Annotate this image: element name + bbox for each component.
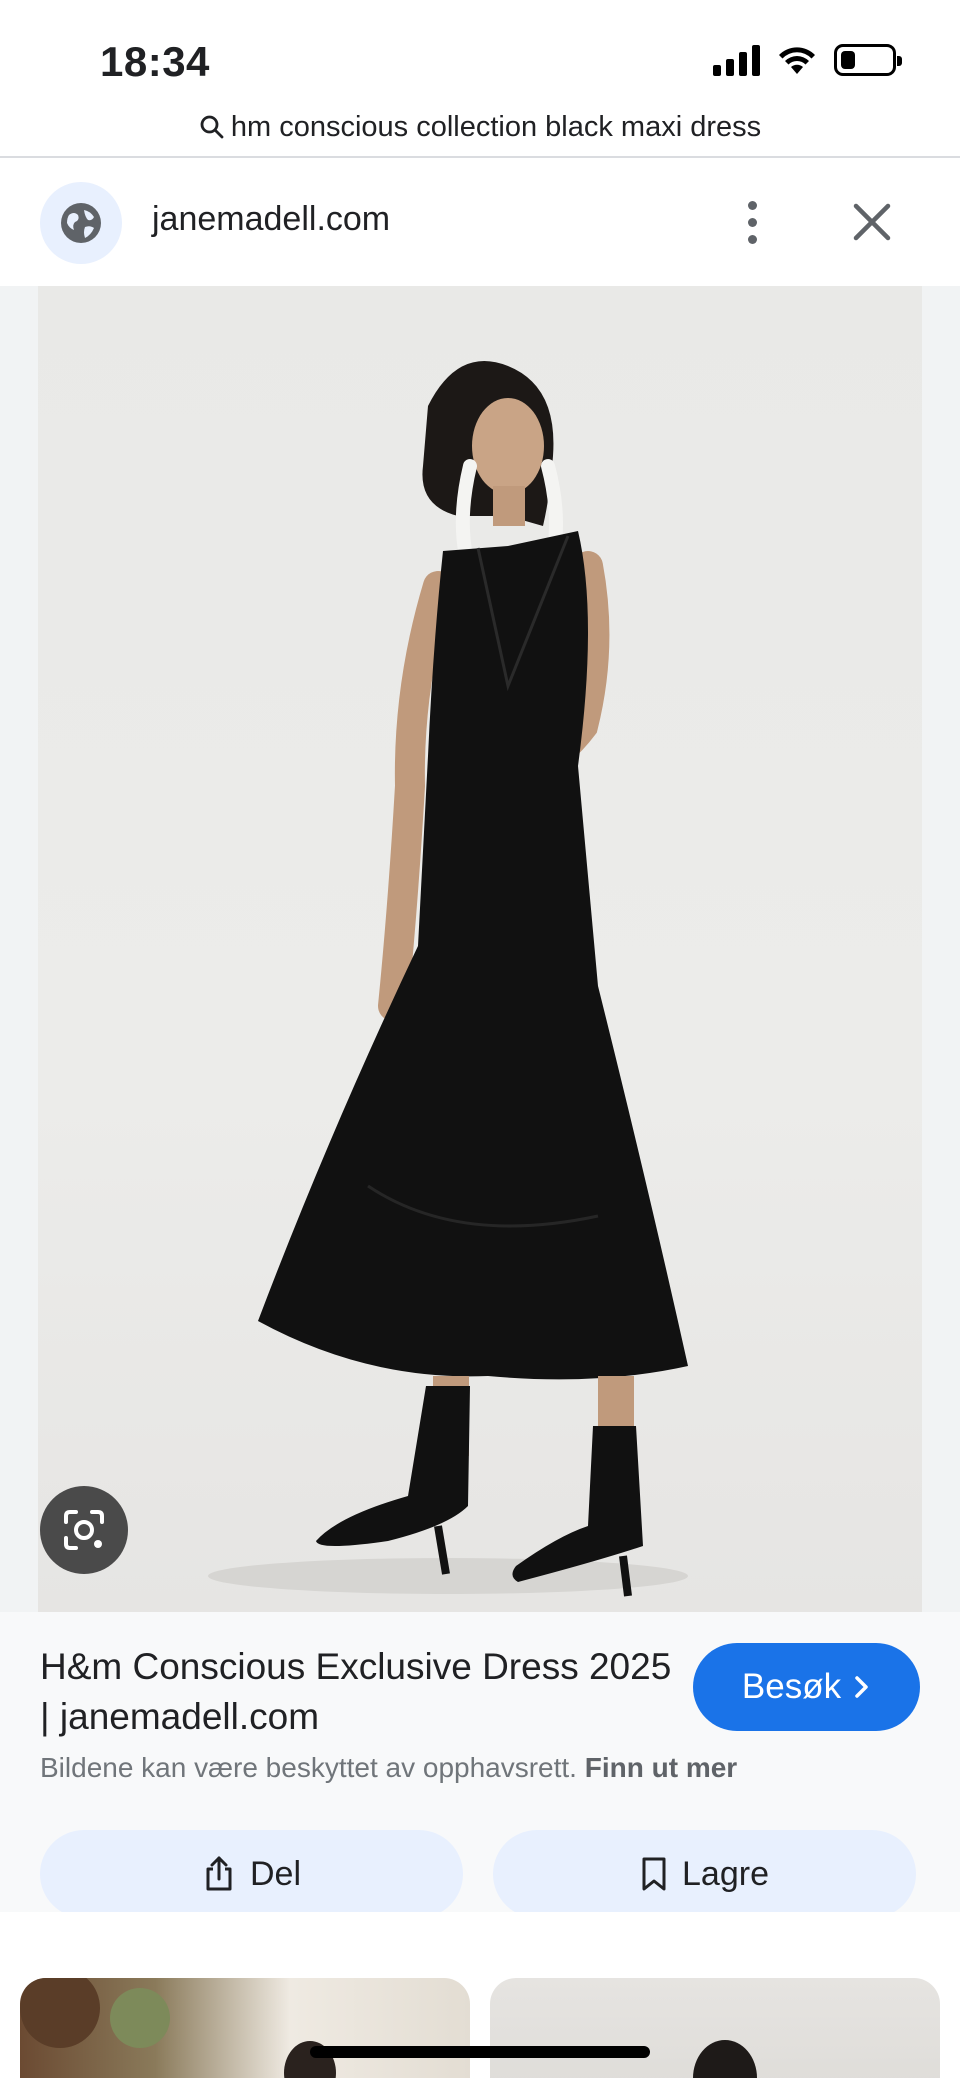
save-button[interactable]: Lagre [493, 1830, 916, 1918]
save-button-label: Lagre [682, 1854, 769, 1893]
related-image-thumb[interactable] [20, 1978, 470, 2078]
related-image-thumb[interactable] [490, 1978, 940, 2078]
search-icon [200, 115, 224, 139]
lens-icon [64, 1510, 104, 1550]
learn-more-link[interactable]: Finn ut mer [585, 1752, 737, 1783]
image-viewer [0, 286, 960, 1612]
home-indicator[interactable] [310, 2046, 650, 2058]
result-title[interactable]: H&m Conscious Exclusive Dress 2025 | jan… [40, 1642, 680, 1742]
site-name[interactable]: janemadell.com [152, 200, 390, 239]
status-icons [713, 44, 902, 76]
status-bar: 18:34 [0, 0, 960, 100]
visit-button-label: Besøk [741, 1667, 842, 1706]
product-image[interactable] [38, 286, 922, 1612]
search-query-bar[interactable]: hm conscious collection black maxi dress [0, 98, 960, 158]
battery-level [841, 51, 856, 69]
lens-search-button[interactable] [40, 1486, 128, 1574]
cellular-signal-icon [713, 44, 760, 76]
search-query-text: hm conscious collection black maxi dress [230, 110, 762, 143]
copyright-notice: Bildene kan være beskyttet av opphavsret… [40, 1752, 737, 1784]
share-icon [206, 1856, 232, 1891]
share-button-label: Del [249, 1854, 302, 1893]
more-options-button[interactable] [730, 192, 774, 252]
wifi-icon [779, 47, 815, 74]
close-icon[interactable] [846, 196, 898, 248]
site-header: janemadell.com [0, 158, 960, 286]
globe-icon[interactable] [40, 182, 122, 264]
bookmark-icon [642, 1857, 666, 1891]
copyright-text: Bildene kan være beskyttet av opphavsret… [40, 1752, 577, 1783]
result-info-panel: H&m Conscious Exclusive Dress 2025 | jan… [0, 1612, 960, 1918]
share-button[interactable]: Del [40, 1830, 463, 1918]
visit-button[interactable]: Besøk [693, 1643, 920, 1731]
chevron-right-icon [855, 1676, 868, 1698]
battery-icon [834, 44, 902, 76]
status-time: 18:34 [100, 38, 210, 85]
